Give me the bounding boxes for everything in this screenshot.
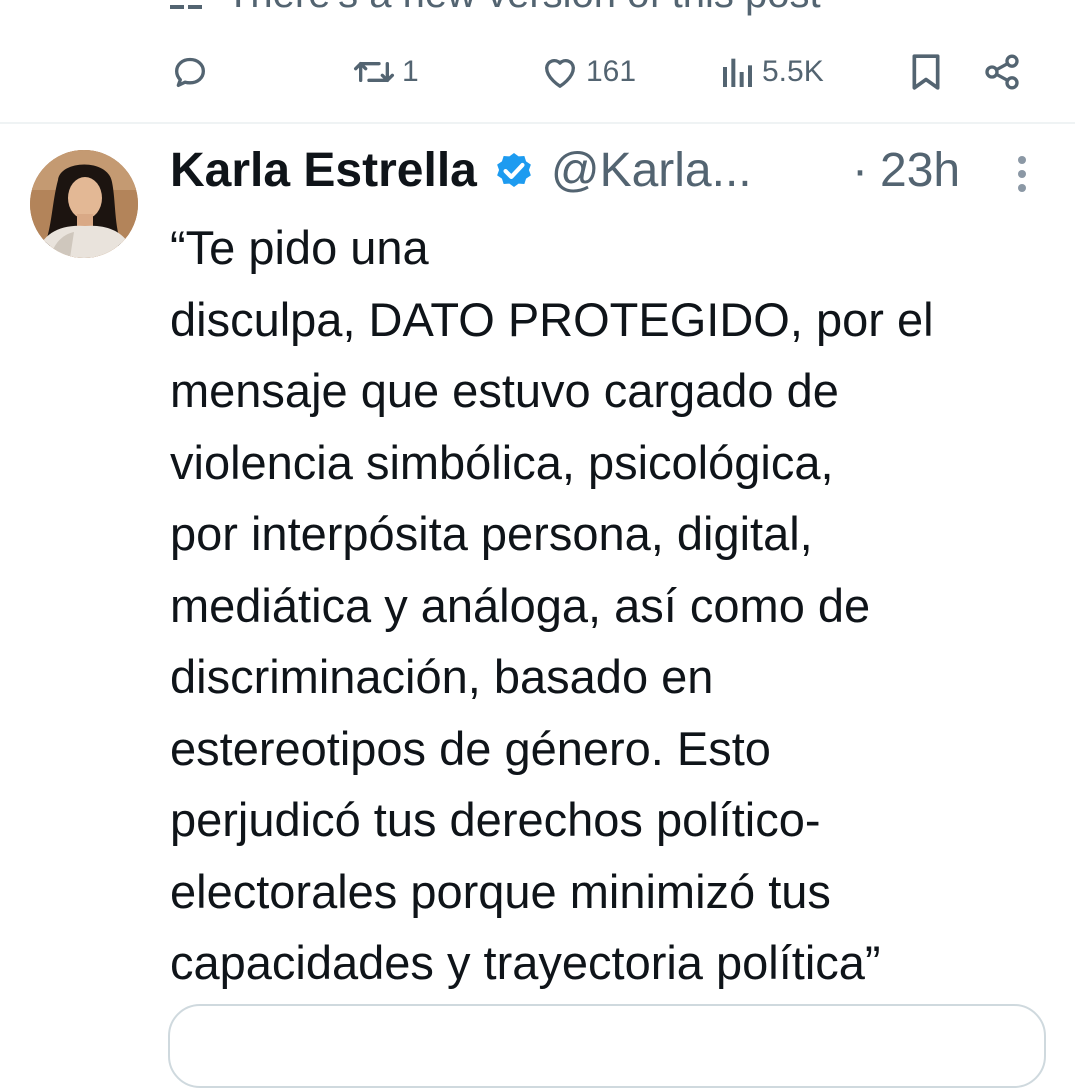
more-options-icon[interactable] — [1008, 152, 1036, 196]
time-separator: · — [852, 143, 868, 197]
reply-icon — [170, 52, 210, 92]
views-count: 5.5K — [762, 55, 824, 88]
repost-icon — [352, 52, 396, 92]
post-timestamp[interactable]: 23h — [880, 143, 960, 198]
bookmark-icon — [908, 52, 944, 92]
post-text-line: mediática y análoga, así como de — [170, 578, 871, 632]
author-handle[interactable]: @Karla... — [551, 143, 752, 198]
post-text-line: capacidades y trayectoria política” — [170, 936, 881, 989]
repost-count: 1 — [402, 55, 419, 88]
post-text-line: electorales porque minimizó tus — [170, 864, 831, 918]
share-icon — [982, 52, 1022, 92]
author-display-name[interactable]: Karla Estrella — [170, 143, 477, 198]
new-version-text: There's a new version of this post — [226, 0, 821, 17]
post-text-line: mensaje que estuvo cargado de — [170, 364, 839, 417]
new-version-notice[interactable]: There's a new version of this post — [170, 0, 821, 17]
post-text-line: por interpósita persona, digital, — [170, 507, 813, 560]
post-text-line: estereotipos de género. Esto — [170, 721, 771, 775]
views-icon — [720, 52, 756, 92]
like-button[interactable]: 161 — [540, 40, 636, 104]
post-text-line: discriminación, basado en — [170, 650, 714, 703]
repost-button[interactable]: 1 — [352, 40, 419, 104]
avatar[interactable] — [30, 150, 138, 258]
verified-badge-icon[interactable] — [491, 147, 537, 193]
edit-history-icon — [170, 0, 204, 9]
embedded-card[interactable] — [168, 1004, 1046, 1088]
post-text: “Te pido una disculpa, DATO PROTEGIDO, p… — [170, 212, 1050, 999]
views-button[interactable]: 5.5K — [720, 40, 824, 104]
post-text-line: “Te pido una — [170, 221, 429, 274]
bookmark-button[interactable] — [908, 40, 944, 104]
like-count: 161 — [586, 55, 637, 88]
post-text-line: disculpa, DATO PROTEGIDO, por el — [170, 292, 934, 346]
like-icon — [540, 52, 580, 92]
post-header: Karla Estrella @Karla... · 23h — [170, 140, 1050, 200]
share-button[interactable] — [982, 40, 1022, 104]
post[interactable]: Karla Estrella @Karla... · 23h “Te pido … — [0, 124, 1075, 1088]
reply-button[interactable] — [170, 40, 216, 104]
previous-post-action-bar: 1 161 5.5K — [0, 40, 1075, 104]
post-text-line: violencia simbólica, psicológica, — [170, 435, 834, 489]
post-text-line: perjudicó tus derechos político- — [170, 793, 821, 846]
